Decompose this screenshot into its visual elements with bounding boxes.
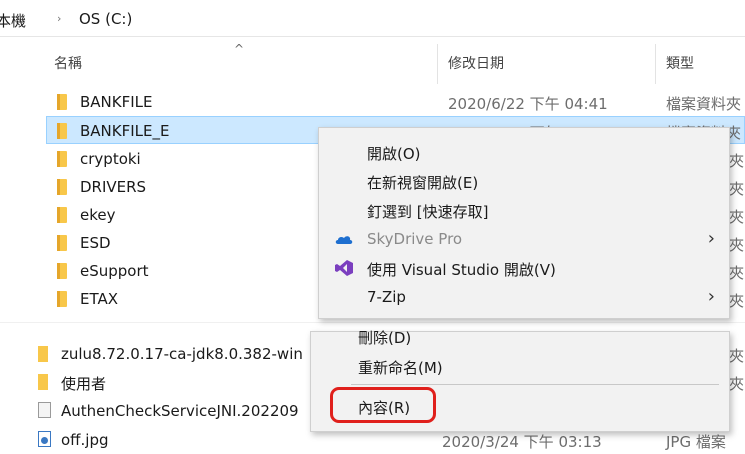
file-name: zulu8.72.0.17-ca-jdk8.0.382-win xyxy=(61,345,303,363)
file-name: ESD xyxy=(80,234,111,252)
file-name: DRIVERS xyxy=(80,178,147,196)
file-type: 夾 xyxy=(729,264,745,282)
folder-icon xyxy=(38,374,48,390)
folder-icon xyxy=(57,123,67,139)
menu-item-skydrive-pro[interactable]: SkyDrive Pro › xyxy=(319,225,729,254)
folder-icon xyxy=(57,94,67,110)
submenu-chevron-icon: › xyxy=(707,286,715,307)
menu-item-label: 釘選到 [快速存取] xyxy=(367,203,489,221)
file-type: 夾 xyxy=(729,208,745,226)
folder-icon xyxy=(57,291,67,307)
file-type: 夾 xyxy=(729,152,745,170)
file-type: 夾 xyxy=(729,236,745,254)
breadcrumb-current[interactable]: OS (C:) xyxy=(79,10,132,28)
file-name: BANKFILE_E xyxy=(80,122,170,140)
file-type: 夾 xyxy=(729,180,745,198)
file-name: off.jpg xyxy=(61,431,109,449)
file-type: 夾 xyxy=(729,347,745,365)
menu-item-open-new-window[interactable]: 在新視窗開啟(E) xyxy=(319,167,729,196)
column-header: ^ 名稱 修改日期 類型 xyxy=(0,42,745,84)
column-name[interactable]: 名稱 xyxy=(54,53,82,73)
menu-item-7zip[interactable]: 7-Zip › xyxy=(319,283,729,312)
menu-item-label: 使用 Visual Studio 開啟(V) xyxy=(367,261,556,279)
submenu-chevron-icon: › xyxy=(707,228,715,249)
file-type: 檔案資料夾 xyxy=(666,95,742,113)
menu-item-pin-quick-access[interactable]: 釘選到 [快速存取] xyxy=(319,196,729,225)
file-name: ekey xyxy=(80,206,116,224)
file-type: JPG 檔案 xyxy=(666,433,726,451)
menu-divider xyxy=(351,384,719,385)
file-type: 夾 xyxy=(729,292,745,310)
menu-item-label: 開啟(O) xyxy=(367,145,421,163)
column-type[interactable]: 類型 xyxy=(666,53,694,73)
folder-icon xyxy=(38,346,48,362)
breadcrumb: 本機 › OS (C:) xyxy=(0,0,745,37)
menu-item-delete[interactable]: 刪除(D) xyxy=(311,322,729,351)
file-type: 夾 xyxy=(729,375,745,393)
column-date[interactable]: 修改日期 xyxy=(448,53,504,73)
column-divider[interactable] xyxy=(655,44,656,84)
folder-icon xyxy=(57,151,67,167)
skydrive-icon xyxy=(335,236,353,244)
file-icon xyxy=(38,402,51,418)
context-menu-lower: 刪除(D) 重新命名(M) 內容(R) xyxy=(310,329,730,432)
file-date: 2020/3/24 下午 03:13 xyxy=(442,433,602,451)
visual-studio-icon xyxy=(335,260,353,276)
folder-icon xyxy=(57,263,67,279)
breadcrumb-separator-icon[interactable]: › xyxy=(57,12,61,25)
folder-icon xyxy=(57,207,67,223)
image-file-icon xyxy=(38,431,51,447)
menu-item-open-visual-studio[interactable]: 使用 Visual Studio 開啟(V) xyxy=(319,254,729,283)
file-name: 使用者 xyxy=(61,375,107,393)
menu-item-label: 刪除(D) xyxy=(358,329,412,347)
file-date: 2020/6/22 下午 04:41 xyxy=(448,95,608,113)
file-name: ETAX xyxy=(80,290,119,308)
sort-ascending-icon: ^ xyxy=(234,42,245,56)
highlight-annotation xyxy=(330,387,436,423)
column-divider[interactable] xyxy=(437,44,438,84)
menu-item-label: 7-Zip xyxy=(367,288,406,306)
menu-item-label: 在新視窗開啟(E) xyxy=(367,174,479,192)
context-menu: 開啟(O) 在新視窗開啟(E) 釘選到 [快速存取] SkyDrive Pro … xyxy=(318,127,730,319)
file-name: cryptoki xyxy=(80,150,141,168)
breadcrumb-parent[interactable]: 本機 xyxy=(0,10,26,31)
file-name: AuthenCheckServiceJNI.202209 xyxy=(61,402,299,420)
menu-item-rename[interactable]: 重新命名(M) xyxy=(311,352,729,381)
file-name: BANKFILE xyxy=(80,93,153,111)
file-row[interactable]: BANKFILE 2020/6/22 下午 04:41 檔案資料夾 xyxy=(0,88,745,116)
menu-item-label: SkyDrive Pro xyxy=(367,230,463,248)
menu-item-label: 重新命名(M) xyxy=(358,359,443,377)
file-name: eSupport xyxy=(80,262,149,280)
menu-item-open[interactable]: 開啟(O) xyxy=(319,138,729,167)
folder-icon xyxy=(57,179,67,195)
folder-icon xyxy=(57,235,67,251)
